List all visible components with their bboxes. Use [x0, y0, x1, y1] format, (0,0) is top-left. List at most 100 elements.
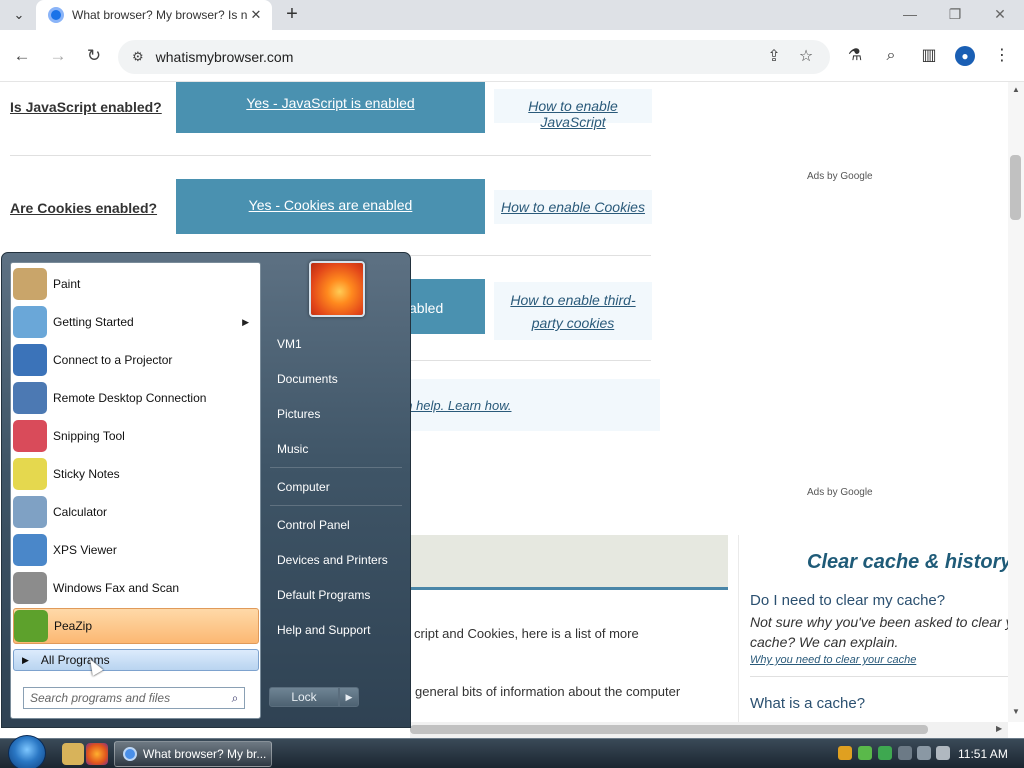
menu-kebab-icon[interactable]: ⋮	[990, 44, 1014, 68]
side-panel-icon[interactable]: ▥	[917, 44, 941, 68]
divider	[750, 676, 1008, 677]
tray-shield-icon[interactable]	[858, 746, 872, 760]
sidebar-question-1[interactable]: Do I need to clear my cache?	[750, 592, 945, 609]
start-item-music[interactable]: Music	[277, 442, 308, 456]
sidebar-answer-1b: cache? We can explain.	[750, 634, 899, 650]
program-sticky-notes[interactable]: Sticky Notes	[13, 456, 259, 492]
start-item-default-programs[interactable]: Default Programs	[277, 588, 370, 602]
taskbar-chrome-window[interactable]: What browser? My br...	[114, 741, 272, 767]
thirdparty-howto-link[interactable]: How to enable third- party cookies	[494, 282, 652, 340]
forward-button[interactable]: →	[46, 44, 70, 68]
sidebar-question-2[interactable]: What is a cache?	[750, 695, 865, 712]
minimize-button[interactable]: —	[890, 3, 930, 27]
url-text[interactable]: whatismybrowser.com	[156, 49, 294, 65]
scroll-thumb[interactable]	[1010, 155, 1021, 220]
js-howto-link[interactable]: How to enable JavaScript	[494, 89, 652, 130]
expand-arrow-icon: ▶	[22, 654, 29, 665]
program-calculator[interactable]: Calculator	[13, 494, 259, 530]
search-icon[interactable]: ⌕	[226, 691, 244, 706]
js-question[interactable]: Is JavaScript enabled?	[10, 99, 162, 115]
program-label: Paint	[53, 277, 81, 291]
start-item-documents[interactable]: Documents	[277, 372, 338, 386]
share-icon[interactable]: ⇪	[762, 46, 786, 70]
task-title: What browser? My br...	[143, 747, 267, 761]
program-paint[interactable]: Paint	[13, 266, 259, 302]
shutdown-options-arrow-icon[interactable]: ▶	[339, 687, 359, 707]
program-label: Connect to a Projector	[53, 353, 173, 367]
thirdparty-howto-line2[interactable]: party cookies	[494, 312, 652, 335]
learn-how-link[interactable]: an help. Learn how.	[398, 398, 511, 413]
taskbar-clock[interactable]: 11:51 AM	[958, 747, 1008, 761]
program-label: PeaZip	[54, 619, 93, 633]
divider	[270, 467, 402, 468]
user-picture[interactable]	[309, 261, 365, 317]
thirdparty-answer-text[interactable]: abled	[409, 300, 443, 316]
start-menu-programs-pane: Paint Getting Started ▶ Connect to a Pro…	[10, 262, 261, 719]
program-getting-started[interactable]: Getting Started ▶	[13, 304, 259, 340]
program-fax-scan[interactable]: Windows Fax and Scan	[13, 570, 259, 606]
search-placeholder[interactable]: Search programs and files	[30, 691, 226, 705]
start-orb-icon[interactable]	[8, 735, 46, 768]
scissors-icon	[13, 420, 47, 452]
xps-viewer-icon	[13, 534, 47, 566]
thirdparty-howto-line1[interactable]: How to enable third-	[494, 289, 652, 312]
program-peazip[interactable]: PeaZip	[13, 608, 259, 644]
paint-icon	[13, 268, 47, 300]
cookies-howto-link[interactable]: How to enable Cookies	[494, 190, 652, 224]
program-label: Windows Fax and Scan	[53, 581, 180, 595]
program-label: Calculator	[53, 505, 108, 519]
sidebar-answer-1a: Not sure why you've been asked to clear …	[750, 614, 1008, 630]
tab-title: What browser? My browser? Is n	[72, 8, 248, 22]
scroll-down-icon[interactable]: ▼	[1012, 707, 1020, 716]
sidebar-clear-cache: Clear cache & history Do I need to clear…	[738, 535, 1008, 722]
start-item-pictures[interactable]: Pictures	[277, 407, 320, 421]
start-item-control-panel[interactable]: Control Panel	[277, 518, 350, 532]
start-item-devices-printers[interactable]: Devices and Printers	[277, 553, 388, 567]
learn-how-box: an help. Learn how.	[376, 379, 660, 431]
start-item-help-support[interactable]: Help and Support	[277, 623, 370, 637]
js-answer-box[interactable]: Yes - JavaScript is enabled	[176, 82, 485, 133]
tray-display-icon[interactable]	[917, 746, 931, 760]
sticky-notes-icon	[13, 458, 47, 490]
firefox-icon[interactable]	[86, 743, 108, 765]
close-tab-icon[interactable]: ✕	[248, 7, 264, 23]
start-search-input[interactable]: Search programs and files ⌕	[23, 687, 245, 709]
labs-flask-icon[interactable]: ⚗	[843, 44, 867, 68]
program-xps-viewer[interactable]: XPS Viewer	[13, 532, 259, 568]
profile-avatar[interactable]: ●	[955, 46, 975, 66]
close-window-button[interactable]: ✕	[980, 3, 1020, 27]
volume-muted-icon[interactable]	[936, 746, 950, 760]
scroll-up-icon[interactable]: ▲	[1012, 85, 1020, 94]
program-snipping-tool[interactable]: Snipping Tool	[13, 418, 259, 454]
submenu-arrow-icon[interactable]: ▶	[242, 317, 249, 328]
address-bar[interactable]: ⚙ whatismybrowser.com ⇪ ☆	[118, 40, 830, 74]
tray-update-icon[interactable]	[838, 746, 852, 760]
reload-button[interactable]: ↻	[82, 44, 106, 68]
start-menu: Paint Getting Started ▶ Connect to a Pro…	[1, 252, 411, 728]
lock-button[interactable]: Lock	[269, 687, 339, 707]
program-connect-projector[interactable]: Connect to a Projector	[13, 342, 259, 378]
search-icon[interactable]: ⌕	[879, 44, 903, 68]
divider	[10, 155, 651, 156]
back-button[interactable]: ←	[10, 44, 34, 68]
scroll-right-icon[interactable]: ▶	[996, 724, 1002, 733]
bookmark-star-icon[interactable]: ☆	[794, 46, 818, 70]
start-item-computer[interactable]: Computer	[277, 480, 330, 494]
cookies-answer-box[interactable]: Yes - Cookies are enabled	[176, 179, 485, 234]
tab-search-icon[interactable]: ⌄	[6, 3, 32, 27]
site-info-icon[interactable]: ⚙	[132, 49, 144, 65]
tray-network-icon[interactable]	[898, 746, 912, 760]
tray-status-icon[interactable]	[878, 746, 892, 760]
new-tab-button[interactable]: +	[280, 3, 304, 27]
restore-button[interactable]: ❐	[935, 3, 975, 27]
program-remote-desktop[interactable]: Remote Desktop Connection	[13, 380, 259, 416]
sidebar-link-1[interactable]: Why you need to clear your cache	[750, 654, 916, 666]
browser-tab[interactable]: What browser? My browser? Is n ✕	[36, 0, 272, 30]
start-item-user[interactable]: VM1	[277, 337, 302, 351]
hscroll-thumb[interactable]	[410, 725, 928, 734]
horizontal-scrollbar[interactable]: ▶	[410, 722, 1008, 738]
all-programs-button[interactable]: ▶ All Programs	[13, 649, 259, 671]
explorer-folder-icon[interactable]	[62, 743, 84, 765]
vertical-scrollbar[interactable]: ▲ ▼	[1008, 82, 1024, 722]
cookies-question[interactable]: Are Cookies enabled?	[10, 200, 157, 216]
